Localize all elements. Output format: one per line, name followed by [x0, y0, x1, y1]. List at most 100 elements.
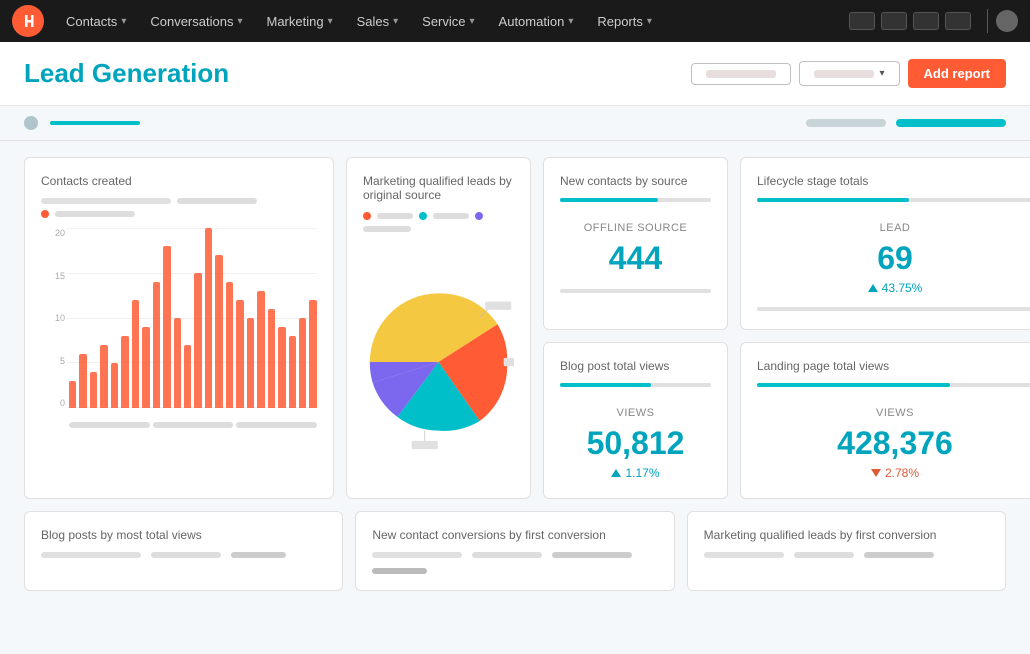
- card-title: Marketing qualified leads by first conve…: [704, 528, 989, 542]
- nav-icon-1[interactable]: [849, 12, 875, 30]
- nav-icon-2[interactable]: [881, 12, 907, 30]
- bar: [69, 381, 76, 408]
- chevron-down-icon: ▾: [647, 16, 652, 27]
- toolbar-right: [806, 119, 1006, 127]
- bar: [289, 336, 296, 408]
- bottom-bar-1: [372, 552, 462, 558]
- metric-value: 50,812: [560, 425, 711, 462]
- card-title: Blog post total views: [560, 359, 711, 373]
- nav-icon-group: [849, 12, 971, 30]
- card-contacts-created: Contacts created 20: [24, 157, 334, 499]
- card-mq-first-conversion: Marketing qualified leads by first conve…: [687, 511, 1006, 591]
- views-label: VIEWS: [560, 407, 711, 419]
- bar: [247, 318, 254, 408]
- toolbar-pill-active: [896, 119, 1006, 127]
- metric-value: 69: [757, 240, 1030, 277]
- page-title: Lead Generation: [24, 58, 229, 89]
- nav-contacts[interactable]: Contacts ▾: [54, 0, 138, 42]
- legend-dot-red: [363, 212, 371, 220]
- metric-change-up: 1.17%: [560, 466, 711, 480]
- bar: [309, 300, 316, 408]
- views-label: VIEWS: [757, 407, 1030, 419]
- bottom-bar: [757, 307, 1030, 311]
- bottom-bar-1: [41, 552, 141, 558]
- card-title: Landing page total views: [757, 359, 1030, 373]
- bottom-bar-4: [372, 568, 427, 574]
- chevron-down-icon: ▾: [568, 16, 573, 27]
- bar-chart-area: 20 15 10 5 0: [41, 228, 317, 428]
- progress-fill: [757, 383, 950, 387]
- source-label: OFFLINE SOURCE: [560, 222, 711, 234]
- legend-bar: [377, 213, 413, 219]
- main-content: Contacts created 20 15 10 5 0: [0, 141, 1030, 607]
- legend-bar-1: [41, 198, 171, 204]
- chevron-down-icon: ▾: [470, 16, 475, 27]
- legend-label: [55, 211, 135, 217]
- card-title: Contacts created: [41, 174, 317, 188]
- metric-value: 444: [560, 240, 711, 277]
- navbar: Contacts ▾ Conversations ▾ Marketing ▾ S…: [0, 0, 1030, 42]
- bars-area: [69, 228, 317, 408]
- toolbar-pill-1: [806, 119, 886, 127]
- card-new-conversions: New contact conversions by first convers…: [355, 511, 674, 591]
- add-report-button[interactable]: Add report: [908, 59, 1006, 88]
- legend-dot: [41, 210, 49, 218]
- toolbar: [0, 106, 1030, 141]
- progress-fill: [560, 198, 658, 202]
- legend-bar: [363, 226, 411, 232]
- pie-chart-svg: [363, 252, 514, 472]
- chevron-down-icon: ▾: [880, 68, 885, 79]
- bar: [142, 327, 149, 408]
- bar: [194, 273, 201, 408]
- bar: [226, 282, 233, 408]
- bar: [215, 255, 222, 408]
- card-new-contacts: New contacts by source OFFLINE SOURCE 44…: [543, 157, 728, 330]
- user-avatar[interactable]: [996, 10, 1018, 32]
- bottom-bar-3: [552, 552, 632, 558]
- nav-sales[interactable]: Sales ▾: [345, 0, 411, 42]
- bar: [268, 309, 275, 408]
- chevron-down-icon: ▾: [237, 16, 242, 27]
- chevron-down-icon: ▾: [328, 16, 333, 27]
- bottom-bar: [560, 289, 711, 293]
- up-arrow-icon: [611, 469, 621, 477]
- nav-service[interactable]: Service ▾: [410, 0, 486, 42]
- bottom-bar-2: [472, 552, 542, 558]
- metric-change-down: 2.78%: [757, 466, 1030, 480]
- card-title: New contacts by source: [560, 174, 711, 188]
- bottom-bar-2: [151, 552, 221, 558]
- bottom-bar-3: [231, 552, 286, 558]
- bottom-bar-1: [704, 552, 784, 558]
- card-blog-views: Blog post total views VIEWS 50,812 1.17%: [543, 342, 728, 499]
- card-landing-views: Landing page total views VIEWS 428,376 2…: [740, 342, 1030, 499]
- bottom-bar-3: [864, 552, 934, 558]
- date-range-button[interactable]: [691, 63, 791, 85]
- nav-automation[interactable]: Automation ▾: [487, 0, 586, 42]
- card-title: Blog posts by most total views: [41, 528, 326, 542]
- main-grid: Contacts created 20: [24, 157, 1006, 499]
- bar: [174, 318, 181, 408]
- page-header: Lead Generation ▾ Add report: [0, 42, 1030, 106]
- chevron-down-icon: ▾: [393, 16, 398, 27]
- nav-conversations[interactable]: Conversations ▾: [138, 0, 254, 42]
- card-blog-most-views: Blog posts by most total views: [24, 511, 343, 591]
- bar: [79, 354, 86, 408]
- active-tab-indicator: [50, 121, 140, 125]
- bar: [121, 336, 128, 408]
- nav-marketing[interactable]: Marketing ▾: [254, 0, 344, 42]
- bar: [100, 345, 107, 408]
- nav-reports[interactable]: Reports ▾: [585, 0, 664, 42]
- progress-fill: [560, 383, 651, 387]
- legend-dot-purple: [475, 212, 483, 220]
- hubspot-logo[interactable]: [12, 5, 44, 37]
- up-arrow-icon: [868, 284, 878, 292]
- pie-wrapper: [363, 242, 514, 482]
- card-title: Lifecycle stage totals: [757, 174, 1030, 188]
- metric-change: 43.75%: [757, 281, 1030, 295]
- filter-button[interactable]: ▾: [799, 61, 900, 86]
- bottom-bar-2: [794, 552, 854, 558]
- nav-icon-4[interactable]: [945, 12, 971, 30]
- bar: [299, 318, 306, 408]
- nav-icon-3[interactable]: [913, 12, 939, 30]
- bar: [153, 282, 160, 408]
